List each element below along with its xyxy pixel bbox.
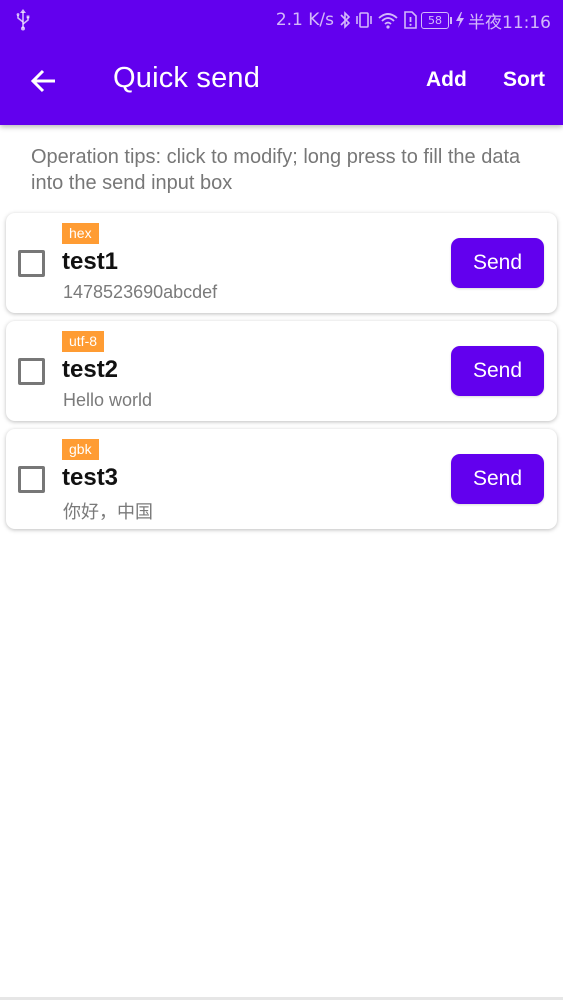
app-bar: 2.1 K/s 58 半夜11:16 Quick send Add Sort: [0, 0, 563, 125]
operation-tips: Operation tips: click to modify; long pr…: [31, 146, 521, 194]
bluetooth-icon: [340, 11, 351, 29]
item-title: test2: [62, 356, 119, 383]
item-data: 你好，中国: [63, 502, 153, 522]
wifi-icon: [378, 13, 398, 29]
item-checkbox[interactable]: [18, 466, 45, 493]
send-button[interactable]: Send: [451, 346, 544, 396]
battery-level: 58: [428, 13, 442, 27]
encoding-badge: utf-8: [62, 331, 105, 352]
battery-icon: 58: [421, 11, 449, 29]
usb-icon: [16, 9, 30, 31]
sort-button[interactable]: Sort: [503, 68, 545, 92]
list-item[interactable]: gbk test3 你好，中国 Send: [6, 429, 557, 529]
arrow-left-icon: [30, 69, 55, 93]
quick-send-screen: 2.1 K/s 58 半夜11:16 Quick send Add Sort O…: [0, 0, 563, 1000]
item-title: test1: [62, 248, 119, 275]
encoding-badge: hex: [62, 223, 99, 244]
item-data: Hello world: [63, 390, 153, 410]
page-title: Quick send: [113, 62, 261, 94]
list-item[interactable]: utf-8 test2 Hello world Send: [6, 321, 557, 421]
item-data: 1478523690abcdef: [63, 282, 218, 302]
item-checkbox[interactable]: [18, 250, 45, 277]
send-button[interactable]: Send: [451, 238, 544, 288]
back-button[interactable]: [22, 58, 66, 104]
send-button[interactable]: Send: [451, 454, 544, 504]
battery-nub: [450, 16, 452, 24]
list-item[interactable]: hex test1 1478523690abcdef Send: [6, 213, 557, 313]
item-title: test3: [62, 464, 119, 491]
item-checkbox[interactable]: [18, 358, 45, 385]
status-indicators: 2.1 K/s 58 半夜11:16: [275, 9, 551, 33]
encoding-badge: gbk: [62, 439, 99, 460]
add-button[interactable]: Add: [426, 68, 467, 92]
sim-alert-icon: [404, 11, 417, 29]
clock: 半夜11:16: [468, 12, 551, 33]
vibrate-icon: [356, 12, 372, 28]
network-speed: 2.1 K/s: [275, 10, 334, 30]
charging-bolt-icon: [456, 12, 464, 28]
status-bar: 2.1 K/s 58 半夜11:16: [0, 0, 563, 40]
